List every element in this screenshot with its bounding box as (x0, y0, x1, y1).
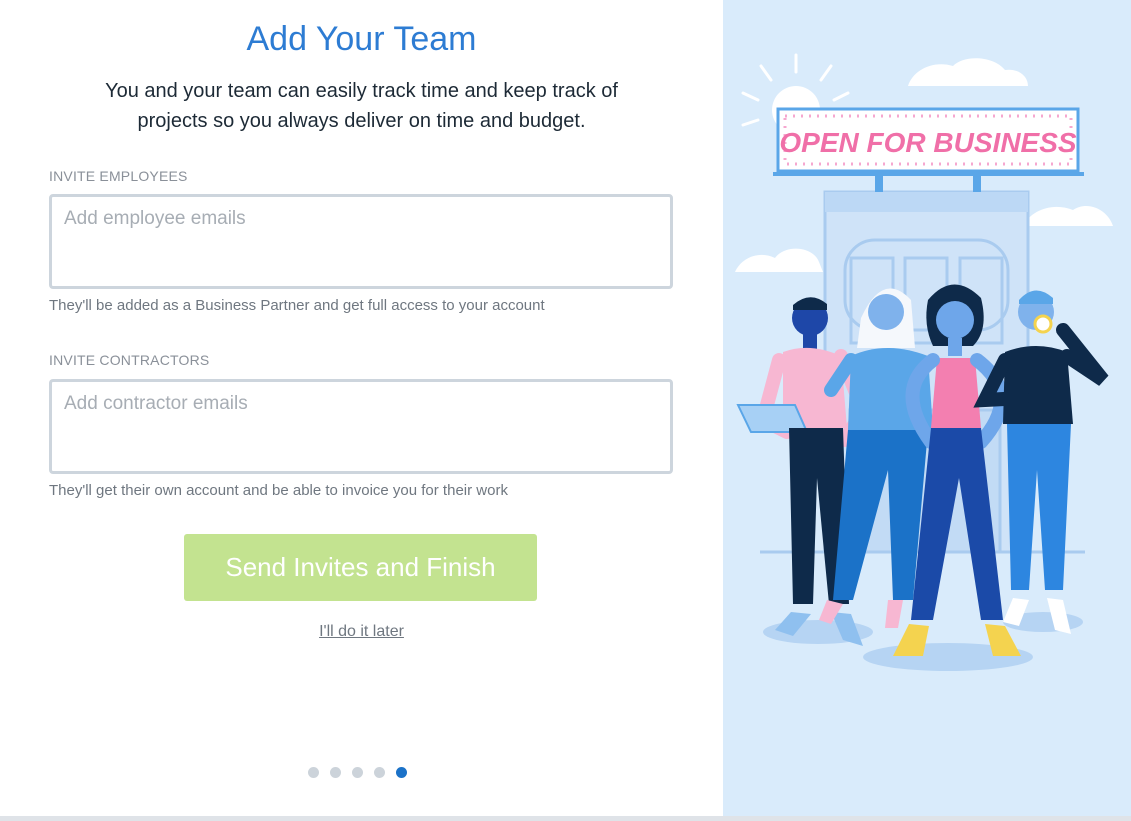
step-dot-1[interactable] (308, 767, 319, 778)
subtitle-line-1: You and your team can easily track time … (105, 80, 618, 102)
cloud-shape (735, 248, 823, 272)
page-subtitle: You and your team can easily track time … (80, 76, 643, 136)
employee-emails-input[interactable] (52, 197, 670, 286)
step-dot-2[interactable] (330, 767, 341, 778)
bottom-edge (0, 816, 1131, 821)
sign-post (875, 176, 883, 192)
employees-hint: They'll be added as a Business Partner a… (49, 297, 545, 314)
team-illustration: OPEN FOR BUSINESS (735, 53, 1113, 671)
employees-field (49, 194, 673, 289)
subtitle-line-2: projects so you always deliver on time a… (137, 110, 586, 132)
step-pagination (308, 767, 407, 778)
illustration-panel: OPEN FOR BUSINESS (723, 0, 1131, 816)
sign-text: OPEN FOR BUSINESS (779, 127, 1076, 158)
contractors-field (49, 379, 673, 474)
step-dot-5-active[interactable] (396, 767, 407, 778)
step-dot-4[interactable] (374, 767, 385, 778)
building-cornice (825, 192, 1028, 212)
cloud-shape (1023, 205, 1113, 226)
sign-post (973, 176, 981, 192)
later-link-wrap: I'll do it later (0, 623, 723, 641)
contractor-emails-input[interactable] (52, 382, 670, 471)
sign-base (773, 172, 1084, 176)
contractors-label: INVITE CONTRACTORS (49, 352, 210, 368)
contractors-hint: They'll get their own account and be abl… (49, 482, 508, 499)
employees-label: INVITE EMPLOYEES (49, 168, 188, 184)
invite-form-panel: Add Your Team You and your team can easi… (0, 0, 723, 816)
skip-later-link[interactable]: I'll do it later (319, 623, 404, 640)
cloud-shape (908, 58, 1028, 86)
step-dot-3[interactable] (352, 767, 363, 778)
page-title: Add Your Team (246, 20, 477, 58)
send-invites-button[interactable]: Send Invites and Finish (184, 534, 537, 601)
